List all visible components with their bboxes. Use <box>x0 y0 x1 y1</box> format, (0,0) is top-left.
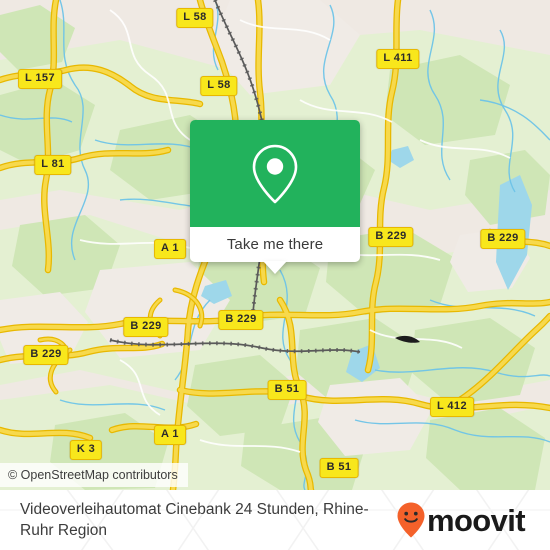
road-shield[interactable]: L 412 <box>430 397 474 417</box>
take-me-there-label: Take me there <box>226 236 324 253</box>
map-pin-icon <box>252 144 298 203</box>
moovit-wordmark: moovit <box>427 502 526 538</box>
road-shield[interactable]: B 229 <box>218 310 264 330</box>
road-shield[interactable]: L 81 <box>34 155 72 175</box>
location-title: Videoverleihautomat Cinebank 24 Stunden,… <box>20 501 369 539</box>
moovit-location-card: L 58 L 411 L 157 L 58 L 81 A 1 B 229 B 2… <box>0 0 550 550</box>
road-shield[interactable]: A 1 <box>154 425 186 445</box>
road-shield[interactable]: B 51 <box>319 458 359 478</box>
moovit-pin-icon <box>397 502 425 538</box>
road-shield[interactable]: L 411 <box>376 49 420 69</box>
road-shield[interactable]: L 58 <box>176 8 214 28</box>
location-popup[interactable]: Take me there <box>190 120 360 274</box>
road-shield[interactable]: B 51 <box>267 380 307 400</box>
popup-action-bar[interactable]: Take me there <box>190 227 360 274</box>
road-shield[interactable]: B 229 <box>23 345 69 365</box>
road-shield[interactable]: L 58 <box>200 76 238 96</box>
road-shield[interactable]: B 229 <box>480 229 526 249</box>
map-attribution: © OpenStreetMap contributors <box>0 463 188 487</box>
moovit-logo[interactable]: moovit <box>396 501 526 539</box>
popup-tail <box>263 261 287 274</box>
attribution-text: © OpenStreetMap contributors <box>8 468 178 482</box>
road-shield[interactable]: A 1 <box>154 239 186 259</box>
road-shield[interactable]: B 229 <box>123 317 169 337</box>
road-shield[interactable]: B 229 <box>368 227 414 247</box>
road-shield[interactable]: K 3 <box>69 440 103 460</box>
map-canvas[interactable]: L 58 L 411 L 157 L 58 L 81 A 1 B 229 B 2… <box>0 0 550 490</box>
road-shield[interactable]: L 157 <box>18 69 62 89</box>
footer-bar: Videoverleihautomat Cinebank 24 Stunden,… <box>0 490 550 550</box>
popup-header <box>190 120 360 227</box>
